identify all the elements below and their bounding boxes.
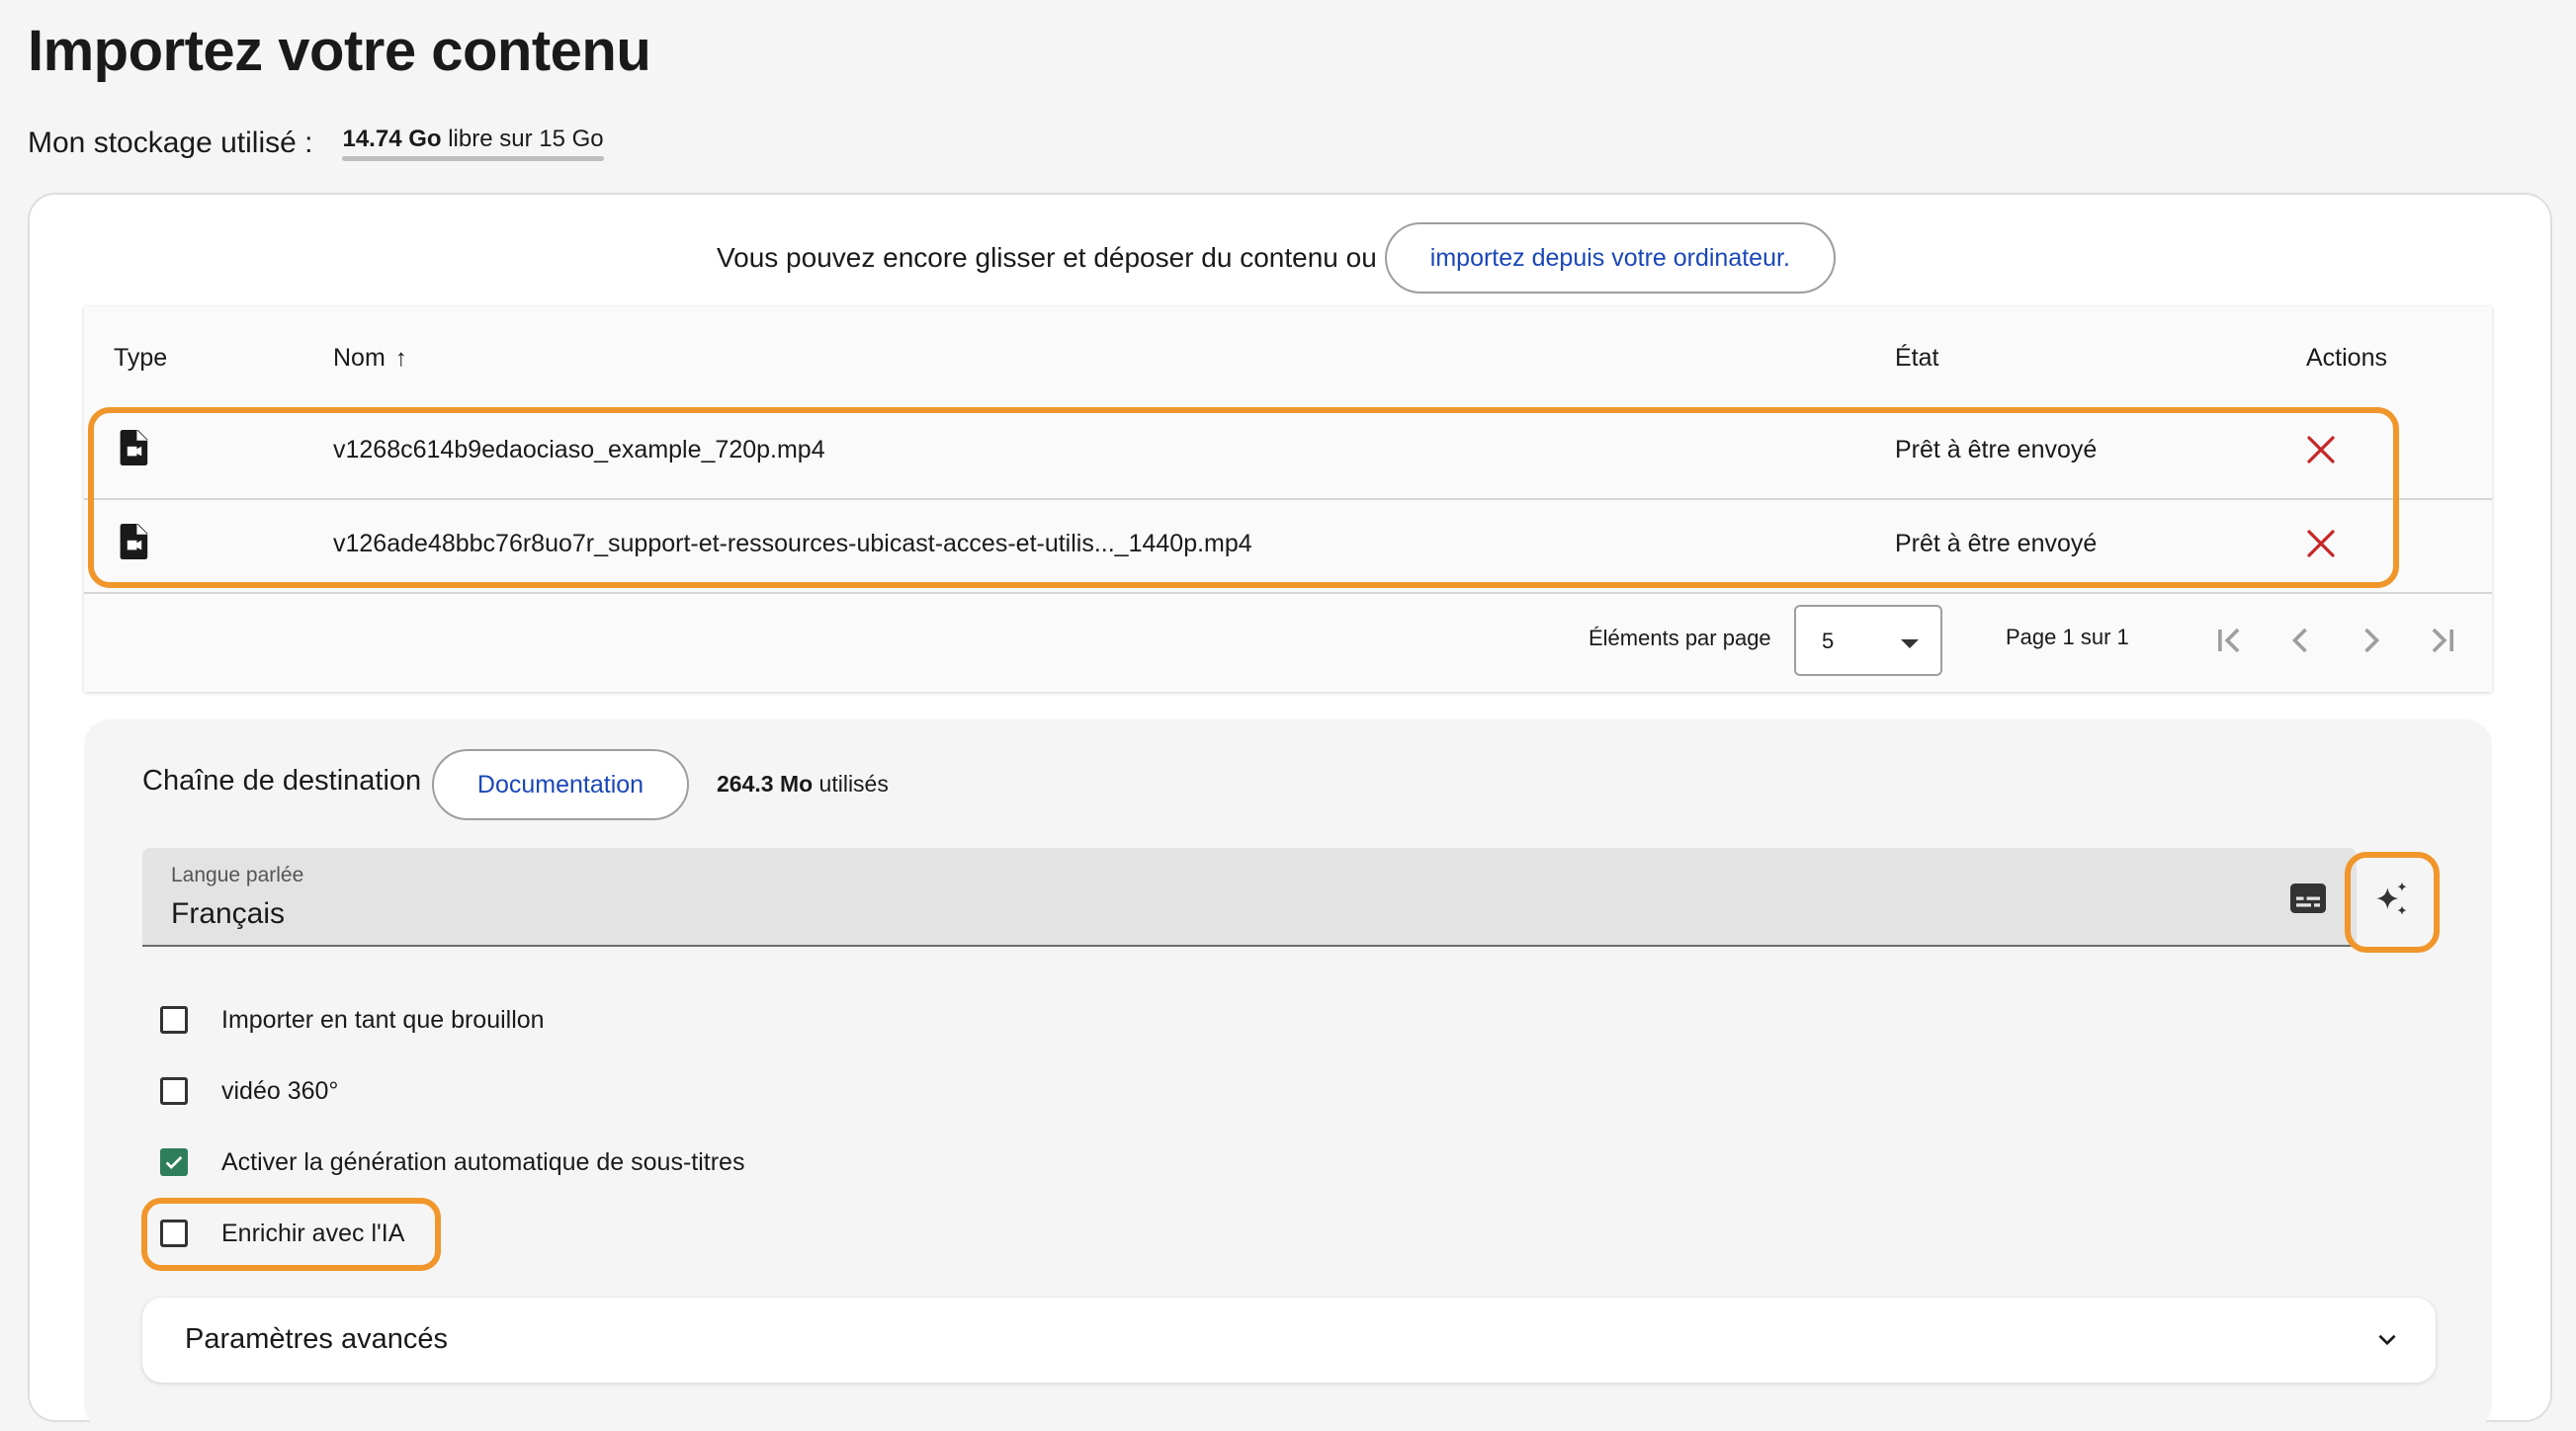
dropdown-arrow-icon xyxy=(1901,639,1919,648)
checkbox-box[interactable] xyxy=(160,1220,188,1247)
spoken-language-value: Français xyxy=(171,897,286,930)
channel-usage-value: 264.3 Mo xyxy=(717,771,814,797)
column-name-sort[interactable]: Nom ↑ xyxy=(333,344,407,373)
ai-sparkle-button[interactable] xyxy=(2345,854,2438,947)
storage-info: 14.74 Go libre sur 15 Go xyxy=(342,126,604,161)
import-from-computer-button[interactable]: importez depuis votre ordinateur. xyxy=(1384,222,1836,294)
column-actions: Actions xyxy=(2306,344,2387,372)
file-name: v1268c614b9edaociaso_example_720p.mp4 xyxy=(333,436,825,463)
file-name: v126ade48bbc76r8uo7r_support-et-ressourc… xyxy=(333,530,1252,557)
video-file-icon xyxy=(120,430,148,465)
storage-progress-bar xyxy=(342,156,604,161)
sparkle-icon xyxy=(2376,882,2407,915)
draft-checkbox[interactable]: Importer en tant que brouillon xyxy=(160,1000,545,1040)
video-file-icon xyxy=(120,524,148,559)
documentation-button[interactable]: Documentation xyxy=(432,749,689,820)
column-status: État xyxy=(1895,344,1939,372)
checkbox-box[interactable] xyxy=(160,1006,188,1034)
sort-ascending-icon: ↑ xyxy=(394,345,407,372)
per-page-label: Éléments par page xyxy=(1589,626,1771,650)
video-360-checkbox[interactable]: vidéo 360° xyxy=(160,1071,338,1111)
per-page-value: 5 xyxy=(1822,629,1835,653)
storage-indicator: Mon stockage utilisé : 14.74 Go libre su… xyxy=(28,121,604,166)
check-icon xyxy=(165,1155,183,1169)
next-page-icon[interactable] xyxy=(2350,619,2393,662)
table-row: v126ade48bbc76r8uo7r_support-et-ressourc… xyxy=(84,500,2492,594)
close-icon[interactable] xyxy=(2303,432,2339,467)
checkbox-label: Activer la génération automatique de sou… xyxy=(221,1147,745,1176)
destination-channel-label: Chaîne de destination xyxy=(142,765,422,797)
pagination: Éléments par page 5 Page 1 sur 1 xyxy=(84,591,2492,690)
table-header: Type Nom ↑ État Actions xyxy=(84,306,2492,408)
checkbox-label: Enrichir avec l'IA xyxy=(221,1219,405,1247)
first-page-icon[interactable] xyxy=(2207,619,2251,662)
checkbox-label: Importer en tant que brouillon xyxy=(221,1005,545,1034)
checkbox-box[interactable] xyxy=(160,1077,188,1105)
per-page-select[interactable]: 5 xyxy=(1794,605,1942,676)
ai-enrich-checkbox[interactable]: Enrichir avec l'IA xyxy=(160,1214,404,1253)
file-status: Prêt à être envoyé xyxy=(1895,436,2098,463)
channel-usage: 264.3 Mo utilisés xyxy=(717,771,889,798)
column-name-label: Nom xyxy=(333,344,386,372)
storage-label: Mon stockage utilisé : xyxy=(28,126,313,159)
spoken-language-select[interactable]: Langue parlée Français xyxy=(142,848,2357,947)
dropzone-text: Vous pouvez encore glisser et déposer du… xyxy=(717,242,1377,273)
auto-subtitles-checkbox[interactable]: Activer la génération automatique de sou… xyxy=(160,1142,744,1182)
checkbox-label: vidéo 360° xyxy=(221,1076,339,1105)
checkbox-box[interactable] xyxy=(160,1148,188,1176)
page-info: Page 1 sur 1 xyxy=(2006,625,2129,649)
advanced-settings-label: Paramètres avancés xyxy=(185,1323,448,1355)
page-title: Importez votre contenu xyxy=(28,19,651,83)
dropzone[interactable]: Vous pouvez encore glisser et déposer du… xyxy=(717,222,1836,294)
subtitles-icon xyxy=(2290,884,2326,913)
spoken-language-label: Langue parlée xyxy=(171,864,304,886)
files-table: Type Nom ↑ État Actions v1268c614b9edaoci… xyxy=(84,306,2492,692)
file-status: Prêt à être envoyé xyxy=(1895,530,2098,557)
advanced-settings-accordion[interactable]: Paramètres avancés xyxy=(142,1298,2436,1383)
previous-page-icon[interactable] xyxy=(2278,619,2322,662)
table-row: v1268c614b9edaociaso_example_720p.mp4 Pr… xyxy=(84,406,2492,500)
column-type: Type xyxy=(114,344,168,372)
close-icon[interactable] xyxy=(2303,526,2339,561)
last-page-icon[interactable] xyxy=(2421,619,2464,662)
channel-usage-suffix: utilisés xyxy=(818,771,889,797)
storage-total-text: libre sur 15 Go xyxy=(448,126,604,152)
storage-free-value: 14.74 Go xyxy=(342,126,442,152)
chevron-down-icon xyxy=(2378,1334,2396,1346)
